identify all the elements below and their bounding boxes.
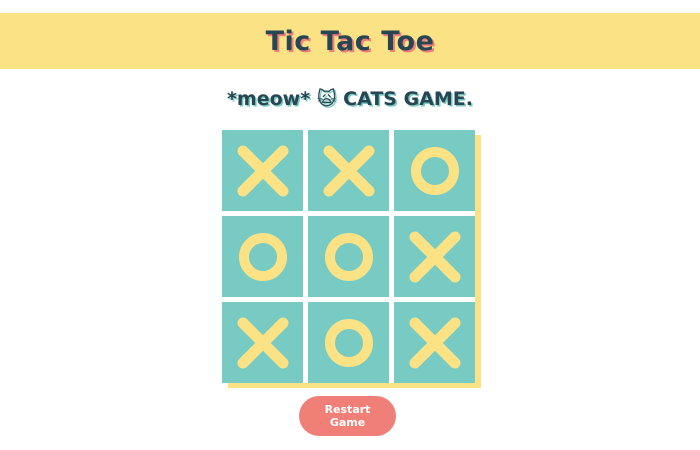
- o-mark-icon: [238, 232, 287, 281]
- board-cell[interactable]: [222, 130, 303, 211]
- board-container: [222, 130, 481, 388]
- board-cell[interactable]: [394, 302, 475, 383]
- board-cell[interactable]: [222, 302, 303, 383]
- o-mark-icon: [324, 318, 373, 367]
- x-mark-icon: [323, 145, 374, 196]
- x-mark-icon: [409, 317, 460, 368]
- o-mark-icon: [324, 232, 373, 281]
- board-cell[interactable]: [308, 216, 389, 297]
- x-mark-icon: [409, 231, 460, 282]
- x-mark-icon: [237, 145, 288, 196]
- board-cell[interactable]: [308, 130, 389, 211]
- page-title: Tic Tac Toe: [265, 25, 435, 57]
- header-bar: Tic Tac Toe: [0, 13, 700, 69]
- restart-game-button[interactable]: Restart Game: [299, 396, 396, 436]
- board-cell[interactable]: [394, 216, 475, 297]
- x-mark-icon: [237, 317, 288, 368]
- board-cell[interactable]: [394, 130, 475, 211]
- game-board: [222, 130, 475, 383]
- o-mark-icon: [410, 146, 459, 195]
- game-status-message: *meow* 🙀 CATS GAME.: [226, 88, 474, 110]
- board-cell[interactable]: [222, 216, 303, 297]
- board-cell[interactable]: [308, 302, 389, 383]
